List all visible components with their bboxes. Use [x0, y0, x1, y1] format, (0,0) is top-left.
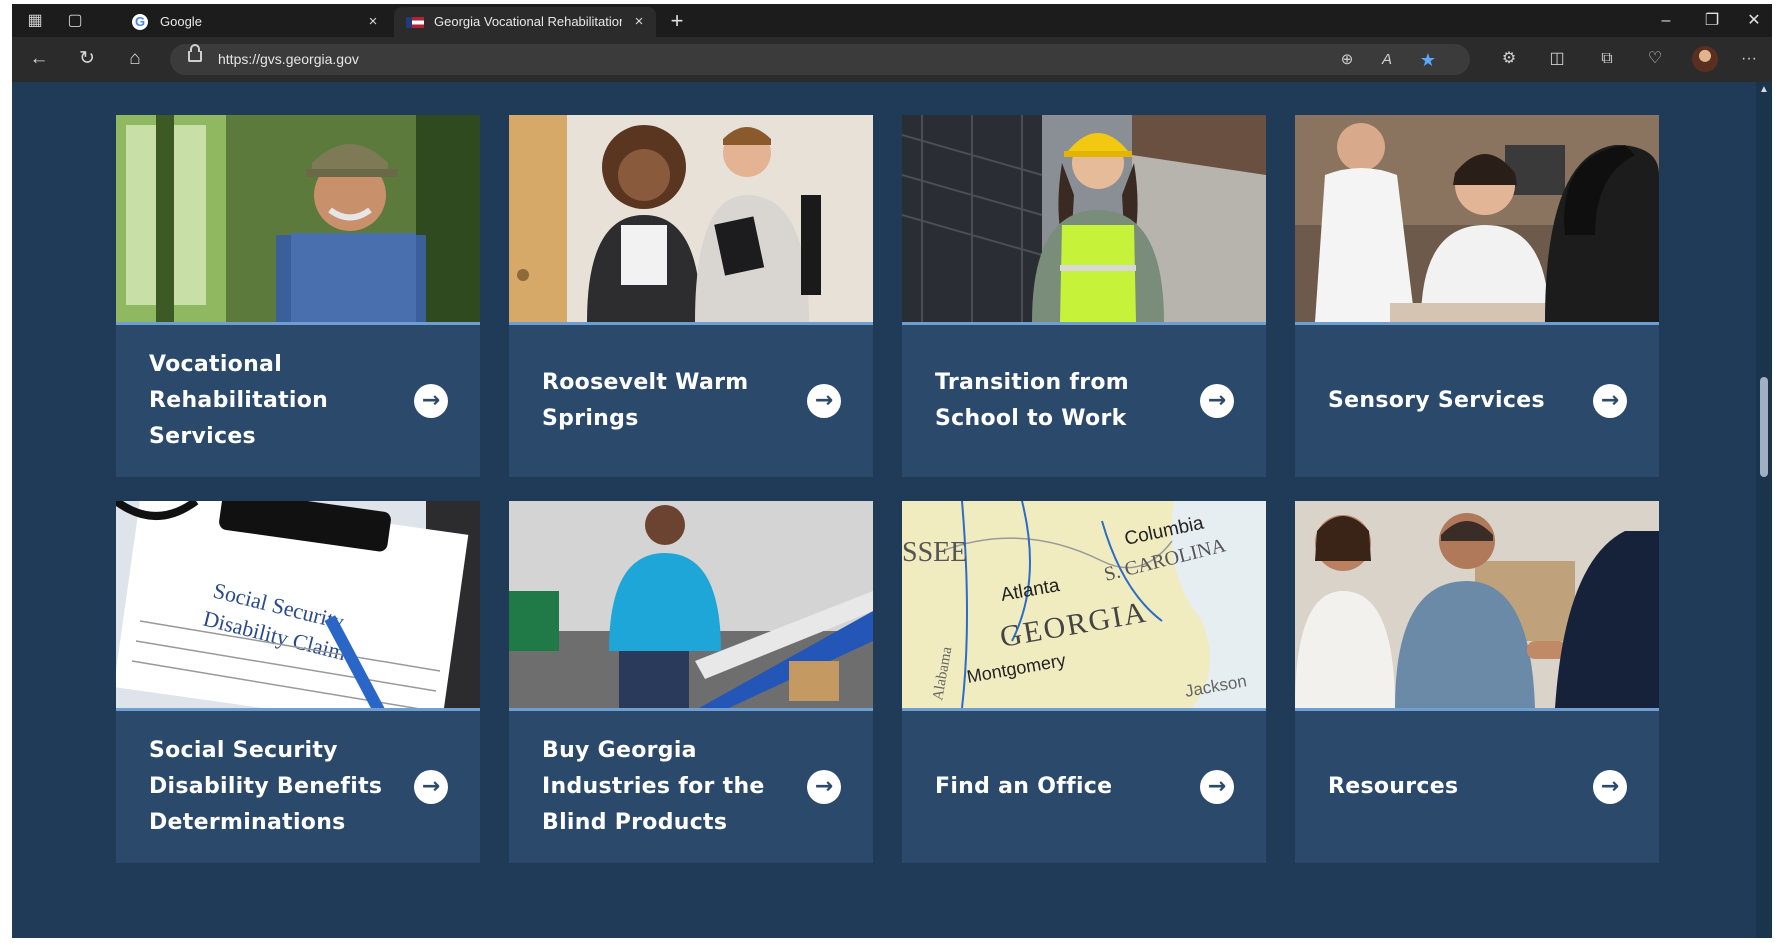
- refresh-button[interactable]: ↻: [72, 45, 102, 73]
- scrollbar-thumb[interactable]: [1760, 377, 1768, 477]
- card-image-georgia-map: SSEE Atlanta GEORGIA Montgomery Columbia…: [902, 501, 1266, 708]
- card-title[interactable]: Buy Georgia Industries for the Blind Pro…: [542, 711, 792, 863]
- minimize-button[interactable]: –: [1646, 8, 1686, 34]
- card-social-security-disability-benefits[interactable]: Social Security Disability Claim Social …: [116, 501, 480, 863]
- split-screen-icon[interactable]: ◫: [1544, 46, 1570, 72]
- card-title[interactable]: Transition from School to Work: [935, 325, 1185, 477]
- arrow-right-icon[interactable]: →: [414, 770, 448, 804]
- google-icon: G: [132, 14, 148, 30]
- card-title[interactable]: Find an Office: [935, 711, 1185, 863]
- card-roosevelt-warm-springs[interactable]: Roosevelt Warm Springs →: [509, 115, 873, 477]
- card-image-women-meeting: [1295, 115, 1659, 322]
- window-close-button[interactable]: ✕: [1734, 8, 1772, 34]
- card-vocational-rehabilitation-services[interactable]: Vocational Rehabilitation Services →: [116, 115, 480, 477]
- tab-actions-icon[interactable]: ▢: [64, 10, 86, 32]
- arrow-right-icon[interactable]: →: [1593, 770, 1627, 804]
- read-aloud-icon[interactable]: A: [1375, 48, 1399, 72]
- georgia-flag-icon: [406, 17, 424, 28]
- card-title[interactable]: Vocational Rehabilitation Services: [149, 325, 399, 477]
- new-tab-button[interactable]: +: [664, 8, 690, 34]
- card-image-students: [509, 115, 873, 322]
- home-button[interactable]: ⌂: [120, 45, 150, 73]
- card-image-farmer: [116, 115, 480, 322]
- card-find-an-office[interactable]: SSEE Atlanta GEORGIA Montgomery Columbia…: [902, 501, 1266, 863]
- card-image-safety-worker: [902, 115, 1266, 322]
- card-title[interactable]: Resources: [1328, 711, 1578, 863]
- tab-title: Georgia Vocational Rehabilitation: [434, 14, 622, 29]
- tab-title: Google: [160, 14, 202, 29]
- browser-essentials-icon[interactable]: ♡: [1642, 46, 1668, 72]
- close-tab-icon[interactable]: ×: [630, 7, 648, 37]
- card-sensory-services[interactable]: Sensory Services →: [1295, 115, 1659, 477]
- favorite-star-icon[interactable]: ★: [1416, 48, 1440, 72]
- card-image-handshake: [1295, 501, 1659, 708]
- more-menu-icon[interactable]: ···: [1736, 46, 1762, 72]
- map-label-neighbor-tn: SSEE: [902, 537, 967, 568]
- arrow-right-icon[interactable]: →: [1593, 384, 1627, 418]
- scroll-up-arrow-icon[interactable]: ▲: [1759, 84, 1769, 95]
- arrow-right-icon[interactable]: →: [414, 384, 448, 418]
- tab-georgia-vocational-rehabilitation[interactable]: Georgia Vocational Rehabilitation ×: [394, 7, 656, 37]
- card-image-factory-worker: [509, 501, 873, 708]
- lock-icon[interactable]: [188, 44, 202, 62]
- browser-window: ▦ ▢ G Google × Georgia Vocational Rehabi…: [12, 4, 1772, 938]
- card-title[interactable]: Roosevelt Warm Springs: [542, 325, 792, 477]
- arrow-right-icon[interactable]: →: [1200, 384, 1234, 418]
- tab-bar: ▦ ▢ G Google × Georgia Vocational Rehabi…: [12, 4, 1772, 37]
- arrow-right-icon[interactable]: →: [807, 384, 841, 418]
- card-resources[interactable]: Resources →: [1295, 501, 1659, 863]
- extensions-icon[interactable]: ⚙: [1496, 46, 1522, 72]
- url-text[interactable]: https://gvs.georgia.gov: [218, 44, 359, 75]
- workspaces-icon[interactable]: ▦: [24, 10, 46, 32]
- tab-google[interactable]: G Google ×: [120, 7, 390, 37]
- card-image-disability-claim: Social Security Disability Claim: [116, 501, 480, 708]
- browser-toolbar: ← ↻ ⌂ https://gvs.georgia.gov ⊕ A ★ ⚙ ◫ …: [12, 37, 1772, 82]
- card-title[interactable]: Social Security Disability Benefits Dete…: [149, 711, 399, 863]
- arrow-right-icon[interactable]: →: [807, 770, 841, 804]
- profile-avatar[interactable]: [1692, 46, 1718, 72]
- collections-icon[interactable]: ⧉: [1594, 46, 1620, 72]
- zoom-icon[interactable]: ⊕: [1335, 48, 1359, 72]
- card-transition-from-school-to-work[interactable]: Transition from School to Work →: [902, 115, 1266, 477]
- close-tab-icon[interactable]: ×: [364, 7, 382, 37]
- restore-button[interactable]: ❐: [1692, 8, 1732, 34]
- page-content: Vocational Rehabilitation Services → Roo…: [12, 82, 1756, 938]
- card-buy-georgia-industries-blind[interactable]: Buy Georgia Industries for the Blind Pro…: [509, 501, 873, 863]
- vertical-scrollbar[interactable]: ▲: [1756, 82, 1772, 938]
- arrow-right-icon[interactable]: →: [1200, 770, 1234, 804]
- address-bar[interactable]: https://gvs.georgia.gov ⊕ A ★: [170, 44, 1470, 75]
- back-button[interactable]: ←: [24, 45, 54, 73]
- card-title[interactable]: Sensory Services: [1328, 325, 1578, 477]
